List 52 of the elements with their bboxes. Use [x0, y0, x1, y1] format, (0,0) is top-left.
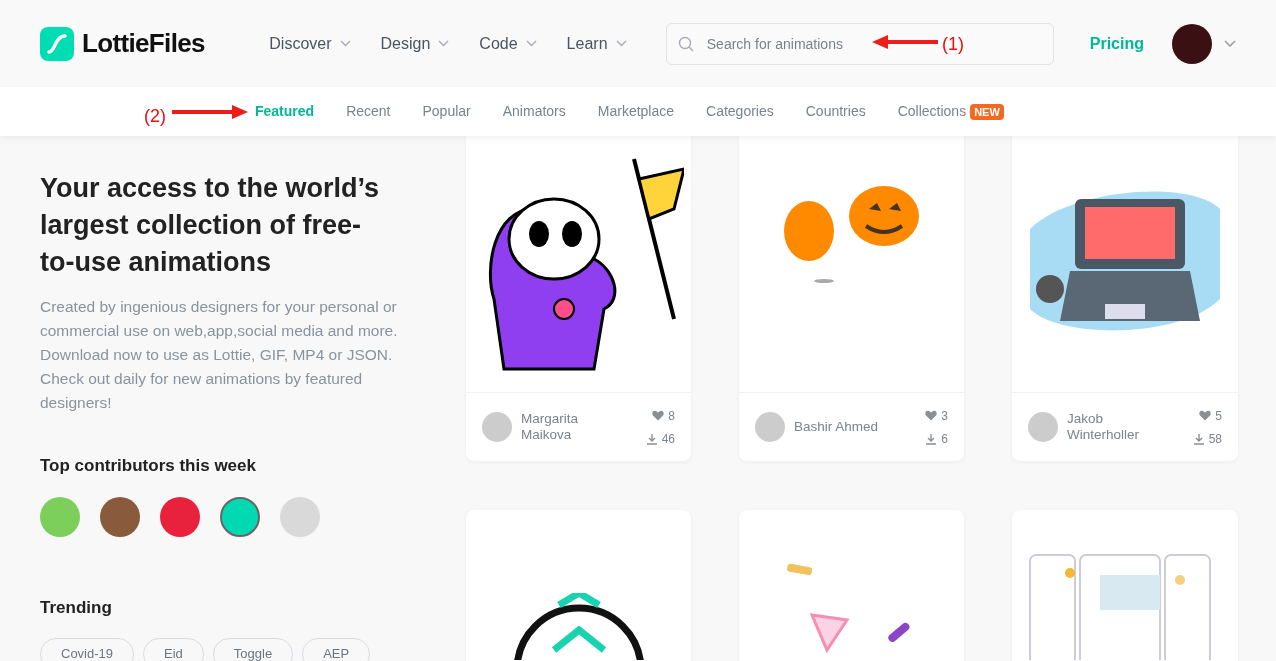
annotation-label: (2): [144, 105, 166, 128]
contributor-avatar[interactable]: [220, 496, 260, 537]
contributor-avatar[interactable]: [160, 496, 200, 537]
like-count: 3: [941, 407, 948, 425]
tab[interactable]: Marketplace: [597, 101, 675, 122]
animation-card[interactable]: Jakob Winterholler 5 58: [1012, 136, 1238, 461]
chevron-down-icon: [339, 40, 351, 47]
tab[interactable]: Recent: [346, 101, 391, 122]
download-count: 6: [941, 430, 948, 448]
contributor-avatar[interactable]: [100, 496, 140, 537]
heart-icon[interactable]: [925, 410, 938, 421]
tab[interactable]: Categories: [706, 101, 774, 122]
author-name[interactable]: Jakob Winterholler: [1067, 411, 1177, 443]
chevron-down-icon[interactable]: [1224, 39, 1236, 48]
download-icon[interactable]: [645, 432, 658, 445]
animation-card[interactable]: Margarita Maikova 8 46: [466, 136, 691, 461]
author-name[interactable]: Margarita Maikova: [521, 411, 631, 443]
annotation-arrow: [872, 34, 938, 50]
chevron-down-icon: [525, 40, 537, 47]
download-count: 46: [661, 430, 675, 448]
download-count: 58: [1208, 430, 1222, 448]
tab[interactable]: Animators: [502, 101, 566, 122]
tab[interactable]: Featured: [255, 101, 315, 122]
chevron-down-icon: [438, 40, 450, 47]
logo-text[interactable]: LottieFiles: [82, 24, 205, 63]
logo-icon[interactable]: [40, 26, 74, 61]
nav-menu-item[interactable]: Code: [479, 31, 518, 56]
download-icon[interactable]: [925, 432, 938, 445]
nav-menu-item[interactable]: Discover: [269, 31, 332, 56]
hero-title: Your access to the world’s largest collection of free-to-use animations: [40, 172, 381, 279]
nav-menu-item[interactable]: Design: [380, 31, 431, 56]
heart-icon[interactable]: [1199, 410, 1212, 421]
section-heading: Top contributors this week: [40, 455, 257, 477]
annotation-label: (1): [942, 33, 964, 56]
tab[interactable]: Popular: [422, 101, 471, 122]
section-heading: Trending: [40, 596, 113, 619]
author-name[interactable]: Bashir Ahmed: [794, 419, 904, 435]
heart-icon[interactable]: [652, 410, 665, 421]
hero-description: Created by ingenious designers for your personal or commercial use on web,app,social media and more. Download now to use as Lottie, GIF, MP4 or JSON. Check out daily for new animations by featured designers!: [40, 297, 399, 413]
tab[interactable]: Countries: [805, 101, 866, 122]
like-count: 8: [668, 407, 675, 425]
animation-card[interactable]: [466, 509, 691, 661]
tab[interactable]: Collections: [897, 101, 967, 122]
animation-card[interactable]: Bashir Ahmed 3 6: [739, 136, 964, 461]
pricing-link[interactable]: Pricing: [1089, 31, 1144, 56]
download-icon[interactable]: [1192, 432, 1205, 445]
nav-menu-item[interactable]: Learn: [566, 31, 608, 56]
user-avatar[interactable]: [1172, 23, 1212, 64]
like-count: 5: [1215, 407, 1222, 425]
new-badge: NEW: [970, 103, 1004, 120]
search-icon: [677, 35, 694, 52]
chevron-down-icon: [615, 40, 627, 47]
